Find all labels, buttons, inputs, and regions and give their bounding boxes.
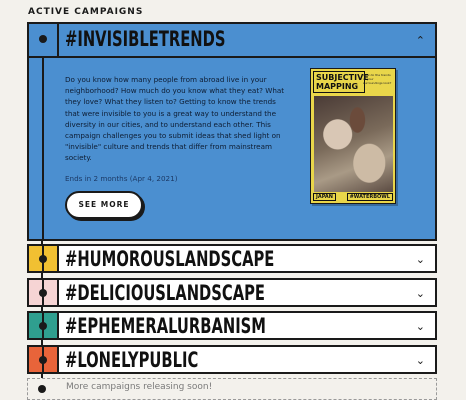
header-divider xyxy=(57,246,59,271)
poster-title: SUBJECTIVE MAPPING xyxy=(313,71,369,93)
timeline-dot xyxy=(39,322,47,330)
timeline-dot xyxy=(39,255,47,263)
campaign-header[interactable]: #INVISIBLETRENDS ⌃ xyxy=(29,24,435,58)
chevron-down-icon[interactable]: ⌄ xyxy=(416,287,425,300)
campaign-tag: #EPHEMERALURBANISM xyxy=(65,314,266,338)
campaign-card-invisibletrends: #INVISIBLETRENDS ⌃ Do you know how many … xyxy=(27,22,437,241)
campaign-poster-image: SUBJECTIVE MAPPING How do the trends of … xyxy=(310,68,396,204)
timeline-dot xyxy=(39,289,47,297)
campaign-card-lonelypublic[interactable]: #LONELYPUBLIC ⌄ xyxy=(27,345,437,374)
campaign-tag: #DELICIOUSLANDSCAPE xyxy=(65,281,265,305)
section-title: ACTIVE CAMPAIGNS xyxy=(28,7,144,17)
header-divider xyxy=(57,313,59,338)
header-divider xyxy=(57,280,59,305)
timeline-dot xyxy=(39,35,47,43)
timeline-segment xyxy=(42,56,44,239)
chevron-down-icon[interactable]: ⌄ xyxy=(416,253,425,266)
campaign-tag: #INVISIBLETRENDS xyxy=(65,27,226,51)
header-divider xyxy=(57,347,59,372)
chevron-down-icon[interactable]: ⌄ xyxy=(416,354,425,367)
campaign-end-date: Ends in 2 months (Apr 4, 2021) xyxy=(65,174,178,183)
chevron-up-icon[interactable]: ⌃ xyxy=(416,34,425,47)
campaign-card-deliciouslandscape[interactable]: #DELICIOUSLANDSCAPE ⌄ xyxy=(27,278,437,307)
campaign-description: Do you know how many people from abroad … xyxy=(65,75,285,163)
timeline-dot xyxy=(38,385,46,393)
more-campaigns-notice: More campaigns releasing soon! xyxy=(27,378,437,400)
poster-note: How do the trends of your surroundings l… xyxy=(363,73,392,85)
see-more-button[interactable]: SEE MORE xyxy=(65,191,143,219)
campaign-tag: #HUMOROUSLANDSCAPE xyxy=(65,247,275,271)
header-divider xyxy=(57,24,59,56)
poster-footer-left: JAPAN xyxy=(313,193,336,201)
campaign-tag: #LONELYPUBLIC xyxy=(65,348,199,372)
chevron-down-icon[interactable]: ⌄ xyxy=(416,320,425,333)
poster-photo xyxy=(314,96,393,192)
campaign-card-humorouslandscape[interactable]: #HUMOROUSLANDSCAPE ⌄ xyxy=(27,244,437,273)
campaign-card-ephemeralurbanism[interactable]: #EPHEMERALURBANISM ⌄ xyxy=(27,311,437,340)
poster-footer-right: #WATERBOWL xyxy=(346,193,393,201)
more-campaigns-text: More campaigns releasing soon! xyxy=(66,382,213,392)
timeline-dot xyxy=(39,356,47,364)
